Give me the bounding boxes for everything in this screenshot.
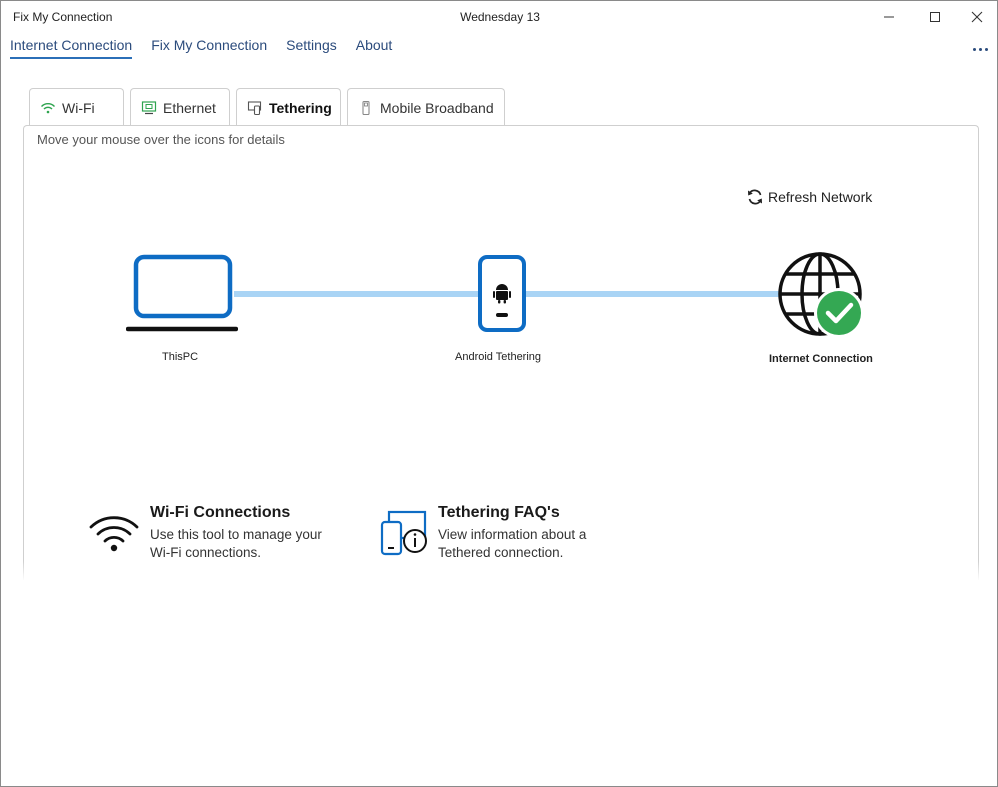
faq-tool-desc-line2: Tethered connection. xyxy=(438,545,564,560)
wifi-tool-desc-line2: Wi-Fi connections. xyxy=(150,545,262,560)
more-dot xyxy=(978,47,982,51)
nav-about[interactable]: About xyxy=(356,37,393,61)
wifi-icon xyxy=(89,516,139,552)
tab-label: Ethernet xyxy=(163,99,216,116)
refresh-icon xyxy=(748,189,762,205)
ethernet-icon xyxy=(141,100,157,116)
panel-fade xyxy=(23,561,979,581)
tab-label: Tethering xyxy=(269,99,332,116)
tab-mobile-broadband[interactable]: Mobile Broadband xyxy=(347,88,505,126)
tab-ethernet[interactable]: Ethernet xyxy=(130,88,230,126)
more-dot xyxy=(984,47,988,51)
app-window: Fix My Connection Wednesday 13 Internet … xyxy=(0,0,998,787)
globe-check-icon[interactable] xyxy=(776,250,868,342)
tab-tethering[interactable]: Tethering xyxy=(236,88,341,126)
refresh-network-button[interactable]: Refresh Network xyxy=(746,188,872,206)
main-nav: Internet Connection Fix My Connection Se… xyxy=(10,37,411,63)
wifi-icon xyxy=(40,100,56,116)
close-icon xyxy=(971,11,983,22)
mobile-broadband-icon xyxy=(358,100,374,116)
laptop-icon[interactable] xyxy=(126,254,238,334)
connection-line-pc-device xyxy=(234,291,479,297)
tethering-panel: Move your mouse over the icons for detai… xyxy=(23,125,979,580)
connection-line-device-internet xyxy=(526,291,784,297)
node-label-internet: Internet Connection xyxy=(769,353,873,365)
nav-fix-my-connection[interactable]: Fix My Connection xyxy=(151,37,267,61)
tethering-icon xyxy=(247,100,263,116)
more-options-button[interactable] xyxy=(969,39,991,59)
minimize-icon xyxy=(884,16,894,17)
tethering-faq-tool[interactable]: Tethering FAQ's View information about a… xyxy=(380,504,586,562)
node-label-device: Android Tethering xyxy=(455,351,542,363)
faq-tool-desc-line1: View information about a xyxy=(438,527,587,542)
refresh-label: Refresh Network xyxy=(768,189,873,205)
wifi-connections-tool[interactable]: Wi-Fi Connections Use this tool to manag… xyxy=(88,504,322,562)
minimize-button[interactable] xyxy=(867,1,911,32)
maximize-icon xyxy=(930,11,940,22)
tab-wifi[interactable]: Wi-Fi xyxy=(29,88,124,126)
more-dot xyxy=(972,47,976,51)
tool-text: Tethering FAQ's View information about a… xyxy=(438,504,586,562)
android-phone-icon[interactable] xyxy=(477,254,529,334)
faq-info-icon xyxy=(380,510,427,556)
nav-internet-connection[interactable]: Internet Connection xyxy=(10,37,133,61)
node-label-pc: ThisPC xyxy=(162,351,199,363)
faq-tool-title: Tethering FAQ's xyxy=(438,504,560,521)
close-button[interactable] xyxy=(955,1,998,32)
wifi-tool-title: Wi-Fi Connections xyxy=(150,504,291,521)
title-bar: Fix My Connection Wednesday 13 xyxy=(1,1,997,32)
wifi-tool-desc-line1: Use this tool to manage your xyxy=(150,527,322,542)
nav-settings[interactable]: Settings xyxy=(286,37,337,61)
date-label: Wednesday 13 xyxy=(460,10,540,24)
window-title: Fix My Connection xyxy=(13,10,113,24)
hint-text: Move your mouse over the icons for detai… xyxy=(37,132,285,147)
tool-text: Wi-Fi Connections Use this tool to manag… xyxy=(150,504,322,562)
tab-label: Wi-Fi xyxy=(62,99,95,116)
maximize-button[interactable] xyxy=(913,1,957,32)
tab-label: Mobile Broadband xyxy=(380,99,494,116)
